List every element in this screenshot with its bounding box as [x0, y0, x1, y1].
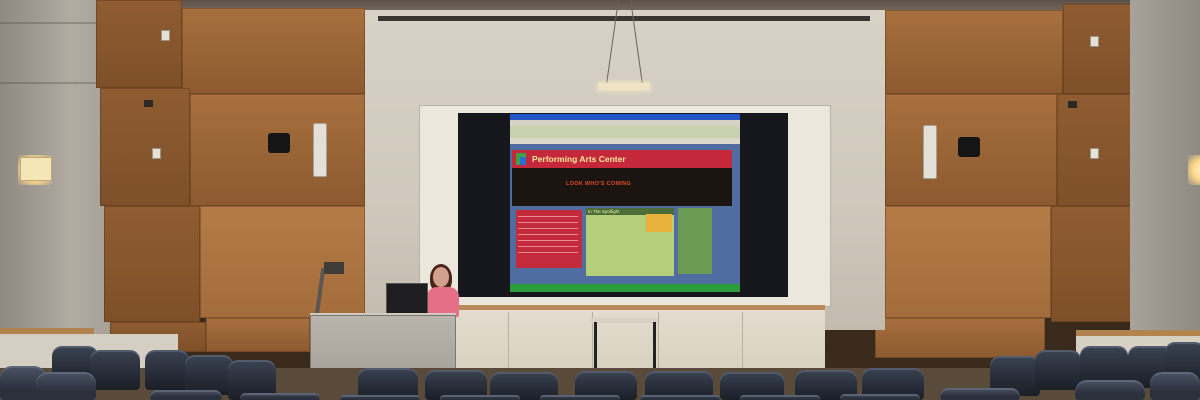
auditorium-seat [1150, 372, 1200, 400]
auditorium-seat [840, 394, 920, 400]
camera-right [958, 137, 980, 157]
wood-panel [104, 206, 200, 322]
wood-panel [182, 8, 365, 94]
projected-nav-item [518, 246, 578, 247]
wall-outlet [1090, 36, 1099, 47]
table-leg [594, 322, 597, 370]
wall-sconce-right [1188, 155, 1200, 185]
stage-panel-seam [742, 312, 743, 368]
auditorium-seat [1075, 380, 1145, 400]
wall-sensor [144, 100, 153, 107]
auditorium-seat [440, 395, 520, 400]
projected-logo-accent [520, 157, 526, 165]
wood-panel [1051, 206, 1137, 322]
projected-taskbar [510, 284, 740, 292]
projected-sidebar [678, 208, 712, 274]
speaker-right [923, 125, 937, 179]
wood-panel [885, 10, 1063, 94]
camera-left [268, 133, 290, 153]
projected-nav-item [518, 222, 578, 223]
projected-nav-item [518, 252, 578, 253]
wall-outlet [161, 30, 170, 41]
projected-nav-item [518, 216, 578, 217]
document-camera-head [324, 262, 344, 274]
auditorium-seat [940, 388, 1020, 400]
pendant-light [598, 83, 650, 90]
auditorium-seat [640, 395, 720, 400]
auditorium-seat [36, 372, 96, 400]
auditorium-seat [1035, 350, 1081, 390]
wood-panel [96, 0, 182, 88]
wall-sensor [1068, 101, 1077, 108]
podium-monitor [386, 283, 428, 315]
projected-banner [512, 168, 732, 206]
auditorium-seat [240, 393, 320, 400]
projected-webpage: Performing Arts Center LOOK WHO'S COMING… [510, 114, 740, 292]
screen-rail [378, 16, 870, 21]
auditorium-seat [150, 390, 222, 400]
wood-panel [1057, 94, 1141, 206]
projected-nav-item [518, 234, 578, 235]
wall-sconce-left-lamp [20, 157, 52, 181]
auditorium-seat [185, 355, 233, 395]
presenter-head [433, 267, 449, 287]
projected-nav-menu [516, 210, 582, 268]
auditorium-seat [740, 395, 820, 400]
stage-panel-seam [508, 312, 509, 368]
auditorium-seat [145, 350, 189, 390]
wood-panel [885, 206, 1051, 318]
stage-table [590, 318, 658, 323]
auditorium-scene: Performing Arts Center LOOK WHO'S COMING… [0, 0, 1200, 400]
speaker-left [313, 123, 327, 177]
auditorium-seat [90, 350, 140, 390]
wood-panel [875, 318, 1045, 358]
wall-outlet [1090, 148, 1099, 159]
wood-panel [206, 318, 310, 352]
wall-outlet [152, 148, 161, 159]
projected-promo-box [646, 214, 672, 232]
projected-nav-item [518, 228, 578, 229]
projected-nav-item [518, 240, 578, 241]
projected-toolbar [510, 126, 740, 138]
table-leg [653, 322, 656, 370]
auditorium-seat [540, 395, 620, 400]
auditorium-seat [340, 395, 420, 400]
stage-panel-seam [658, 312, 659, 368]
projected-banner-text: LOOK WHO'S COMING [566, 181, 632, 187]
projected-site-title: Performing Arts Center [512, 150, 732, 168]
